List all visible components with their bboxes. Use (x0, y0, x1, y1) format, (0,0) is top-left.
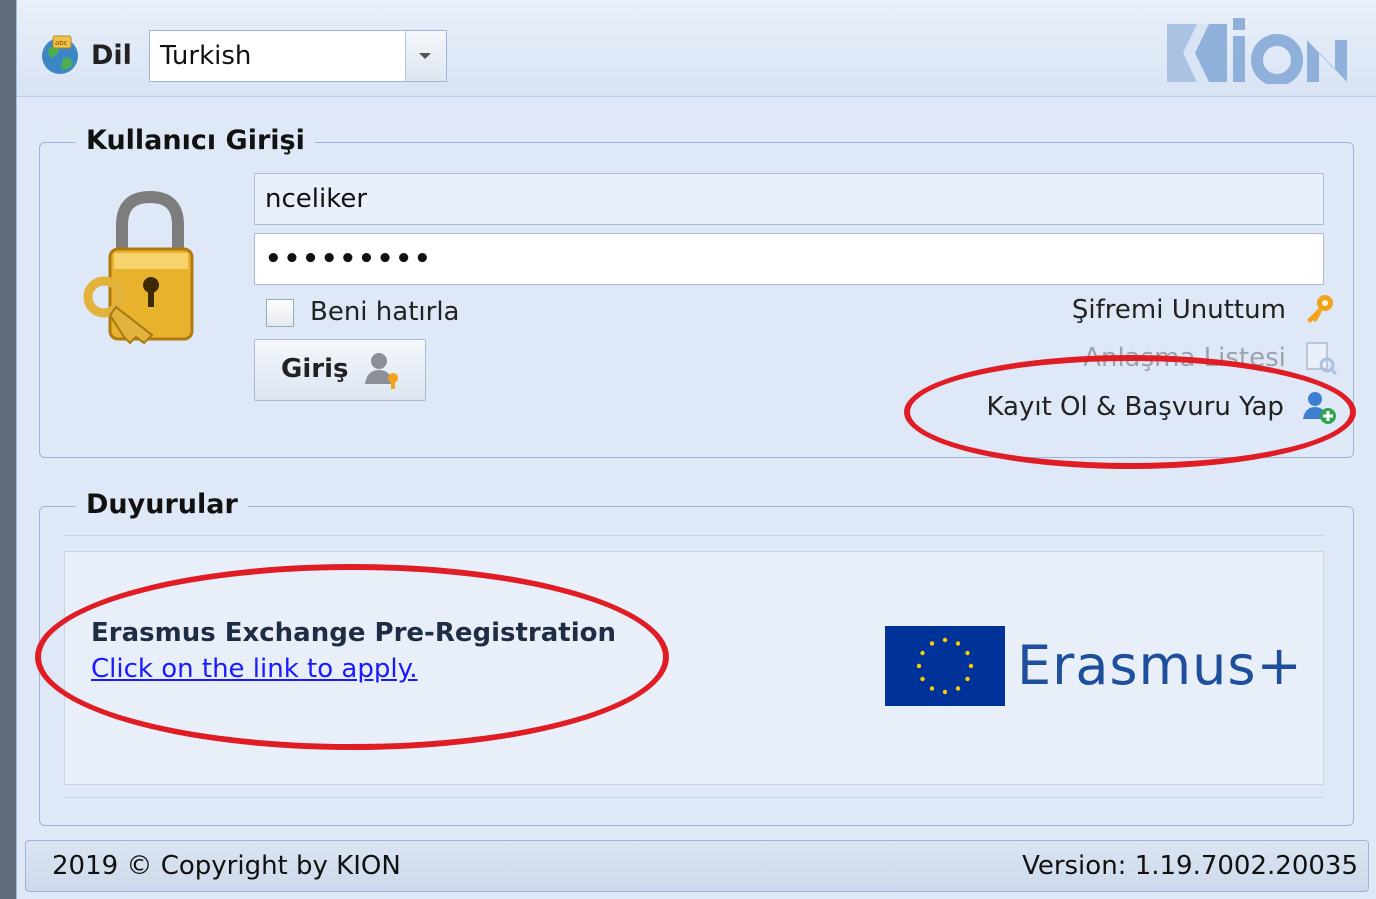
announcement-title: Erasmus Exchange Pre-Registration (91, 618, 617, 648)
kion-logo (1167, 18, 1347, 84)
announcements-fieldset: Duyurular Erasmus Exchange Pre-Registrat… (39, 485, 1354, 826)
padlock-key-icon (83, 190, 194, 345)
version-text: Version: 1.19.7002.20035 (1022, 851, 1358, 881)
copyright-text: 2019 © Copyright by KION (52, 851, 401, 881)
forgot-password-link[interactable]: Şifremi Unuttum (1072, 293, 1337, 333)
agreement-list-label: Anlaşma Listesi (1083, 343, 1286, 373)
top-bar: abc Dil Turkish (17, 0, 1376, 97)
announcements-legend: Duyurular (76, 485, 248, 525)
svg-text:abc: abc (55, 39, 68, 47)
remember-me-checkbox[interactable] (266, 299, 294, 327)
key-icon (1307, 295, 1333, 323)
apply-link[interactable]: Click on the link to apply. (91, 654, 418, 684)
eu-flag-icon (885, 626, 1005, 706)
language-select[interactable]: Turkish (149, 30, 447, 82)
language-label: Dil (91, 40, 132, 71)
login-window: abc Dil Turkish Kullanıcı Girişi ncelike… (16, 0, 1376, 899)
login-fieldset: Kullanıcı Girişi nceliker ••••••••• Beni… (39, 121, 1356, 469)
forgot-password-label: Şifremi Unuttum (1071, 295, 1286, 325)
user-key-icon (365, 353, 398, 389)
divider (64, 797, 1324, 798)
footer-bar: 2019 © Copyright by KION Version: 1.19.7… (25, 840, 1369, 892)
announcement-panel: Erasmus Exchange Pre-Registration Click … (64, 551, 1324, 785)
agreement-list-link[interactable]: Anlaşma Listesi (1083, 341, 1337, 381)
register-apply-link[interactable]: Kayıt Ol & Başvuru Yap (986, 389, 1337, 429)
username-input[interactable]: nceliker (254, 173, 1324, 225)
chevron-down-icon (419, 53, 431, 59)
document-search-icon (1306, 342, 1337, 375)
divider (64, 535, 1324, 536)
globe-language-icon: abc (42, 35, 78, 74)
login-legend: Kullanıcı Girişi (76, 121, 315, 161)
user-add-icon (1303, 392, 1336, 424)
language-dropdown-trigger[interactable] (405, 31, 446, 81)
login-button-label: Giriş (281, 354, 349, 384)
remember-me-label: Beni hatırla (310, 297, 460, 327)
language-value: Turkish (160, 41, 252, 71)
login-button[interactable]: Giriş (254, 339, 426, 401)
erasmus-plus-logo-text: Erasmus+ (1017, 634, 1303, 697)
register-apply-label: Kayıt Ol & Başvuru Yap (986, 392, 1284, 422)
password-input[interactable]: ••••••••• (254, 233, 1324, 285)
